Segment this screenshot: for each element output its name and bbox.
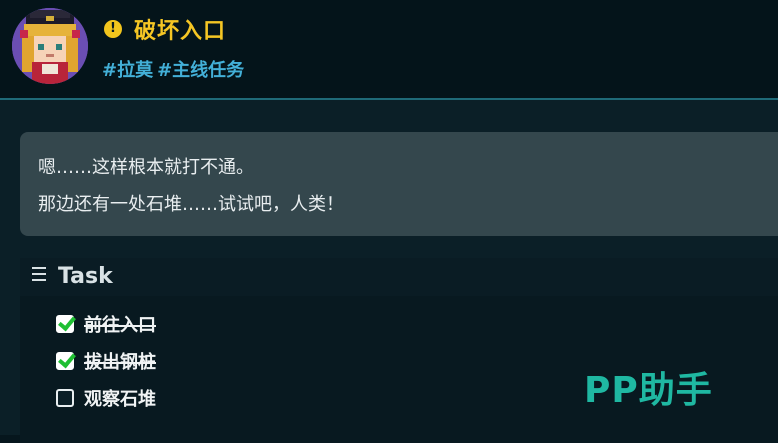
task-panel-title: Task <box>58 264 113 289</box>
avatar <box>12 8 88 84</box>
task-item[interactable]: 拔出钢桩 <box>56 349 156 373</box>
quest-title-row: ! 破坏入口 <box>104 14 226 44</box>
hamburger-menu-icon[interactable] <box>32 267 46 283</box>
checkbox-empty-icon[interactable] <box>56 389 74 407</box>
dialog-line: 那边还有一处石堆……试试吧，人类！ <box>38 194 344 215</box>
task-panel-header <box>20 258 778 296</box>
avatar-portrait-icon <box>12 8 88 84</box>
quest-title: 破坏入口 <box>134 19 227 44</box>
dialog-line: 嗯……这样根本就打不通。 <box>38 157 254 178</box>
task-label: 前往入口 <box>84 315 156 336</box>
tag-character: #拉莫 <box>102 60 154 81</box>
checkbox-checked-icon[interactable] <box>56 352 74 370</box>
task-label: 拔出钢桩 <box>84 352 156 373</box>
exclamation-circle-icon: ! <box>104 20 122 38</box>
watermark-logo: PP助手 <box>584 370 713 411</box>
tag-main-quest: #主线任务 <box>157 60 245 81</box>
dialog-box <box>20 132 778 236</box>
checkbox-checked-icon[interactable] <box>56 315 74 333</box>
quest-tags: #拉莫 #主线任务 <box>102 56 244 82</box>
task-label: 观察石堆 <box>84 389 156 410</box>
task-item[interactable]: 前往入口 <box>56 312 156 336</box>
task-item[interactable]: 观察石堆 <box>56 386 156 410</box>
